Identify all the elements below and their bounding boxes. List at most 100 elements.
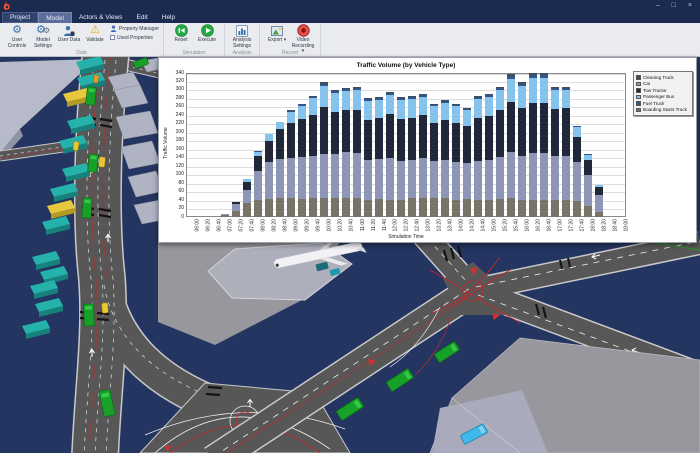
tab-model[interactable]: Model [38,12,72,23]
x-tick-label: 08:40 [283,219,289,232]
reset-button[interactable]: Reset [169,24,193,44]
x-tick-label: 18:40 [613,219,619,232]
stacked-bar [539,72,548,217]
bar-segment [385,199,394,217]
bar-segment [429,198,438,217]
y-tick-label: 220 [175,120,184,127]
bar-segment [561,200,570,217]
x-tick-label: 15:20 [503,219,509,232]
tab-actors-views[interactable]: Actors & Views [72,12,130,23]
bar-segment [539,200,548,217]
menu-tab-bar: Project Model Actors & Views Edit Help [0,11,700,23]
execute-button[interactable]: Execute [195,24,219,44]
legend-swatch [636,94,641,99]
bar-segment [506,102,515,152]
bar-segment [407,159,416,198]
x-tick-label: 13:00 [426,219,432,232]
app-logo-icon [3,1,11,10]
bar-segment [330,111,339,154]
bar-segment [330,92,339,112]
x-tick-label: 12:00 [393,219,399,232]
bar-segment [473,200,482,217]
property-manager-button[interactable]: Property Manager [110,24,159,33]
model-settings-button[interactable]: ⚙ ⚙ Model Settings [31,24,55,49]
bar-segment [275,128,284,159]
x-tick-label: 16:20 [536,219,542,232]
stacked-bar [561,86,570,217]
validate-button[interactable]: ⚠ Validate [83,24,107,44]
y-tick-label: 40 [178,196,184,203]
group-label-analysis: Analysis [232,50,252,56]
bar-segment [572,200,581,217]
warning-triangle-icon: ⚠ [90,24,100,36]
analysis-settings-button[interactable]: Analysis Settings [230,24,254,49]
record-icon [296,24,310,37]
bar-segment [231,210,240,217]
bar-segment [594,194,603,212]
bar-segment [275,122,284,129]
x-tick-label: 11:20 [371,219,377,232]
bar-segment [341,152,350,198]
traffic-volume-chart-window[interactable]: Traffic Volume (by Vehicle Type) Traffic… [158,57,697,243]
bar-segment [407,197,416,217]
stacked-bar [418,93,427,217]
y-tick-label: 60 [178,188,184,195]
bar-segment [451,123,460,163]
bar-segment [286,198,295,217]
minimize-button[interactable]: – [656,2,660,9]
user-controls-button[interactable]: ⚙ User Controls [5,24,29,49]
stacked-bar [220,213,229,217]
stacked-bar [286,110,295,217]
stacked-bar [385,91,394,217]
legend-swatch [636,75,641,80]
user-data-button[interactable]: User Data [57,24,81,44]
bar-segment [363,199,372,217]
bar-segment [330,153,339,198]
title-bar[interactable]: – □ × [0,0,700,11]
legend-item: Boarding Stairs Truck [636,107,690,114]
stacked-bar [264,133,273,217]
export-button[interactable]: Export ▾ [265,24,289,44]
bar-segment [539,153,548,201]
maximize-button[interactable]: □ [672,2,676,9]
bar-segment [539,78,548,103]
x-tick-label: 06:20 [206,219,212,232]
tab-project[interactable]: Project [2,12,39,23]
bar-segment [440,102,449,120]
tab-help[interactable]: Help [155,12,182,23]
bar-segment [462,163,471,200]
y-tick-label: 240 [175,111,184,118]
x-tick-label: 13:40 [448,219,454,232]
x-tick-label: 09:40 [316,219,322,232]
x-tick-label: 15:40 [514,219,520,232]
bar-segment [242,190,251,204]
bar-segment [539,102,548,154]
stacked-bar [396,97,405,217]
bar-segment [429,161,438,199]
ribbon-group-data: ⚙ User Controls ⚙ ⚙ Model Settings User D… [0,23,165,56]
close-button[interactable]: × [688,2,692,9]
bar-segment [583,175,592,206]
bar-segment [407,98,416,118]
bar-segment [264,161,273,200]
bar-segment [517,200,526,217]
bar-segment [242,181,251,191]
ribbon: ⚙ User Controls ⚙ ⚙ Model Settings User D… [0,23,700,57]
bar-segment [484,159,493,201]
bar-segment [220,214,229,217]
stacked-bar [440,100,449,217]
bar-segment [550,109,559,157]
stacked-bar [517,81,526,217]
bar-segment [528,78,537,103]
tab-edit[interactable]: Edit [130,12,155,23]
stacked-bar [319,81,328,217]
bar-segment [572,127,581,137]
gears-icon: ⚙ ⚙ [35,24,51,36]
gear-icon: ⚙ [12,24,22,36]
used-properties-checkbox[interactable]: Used Properties [110,33,159,42]
bar-segment [473,118,482,161]
bar-segment [253,171,262,201]
y-tick-label: 140 [175,154,184,161]
y-tick-label: 100 [175,171,184,178]
user-icon [110,25,117,32]
